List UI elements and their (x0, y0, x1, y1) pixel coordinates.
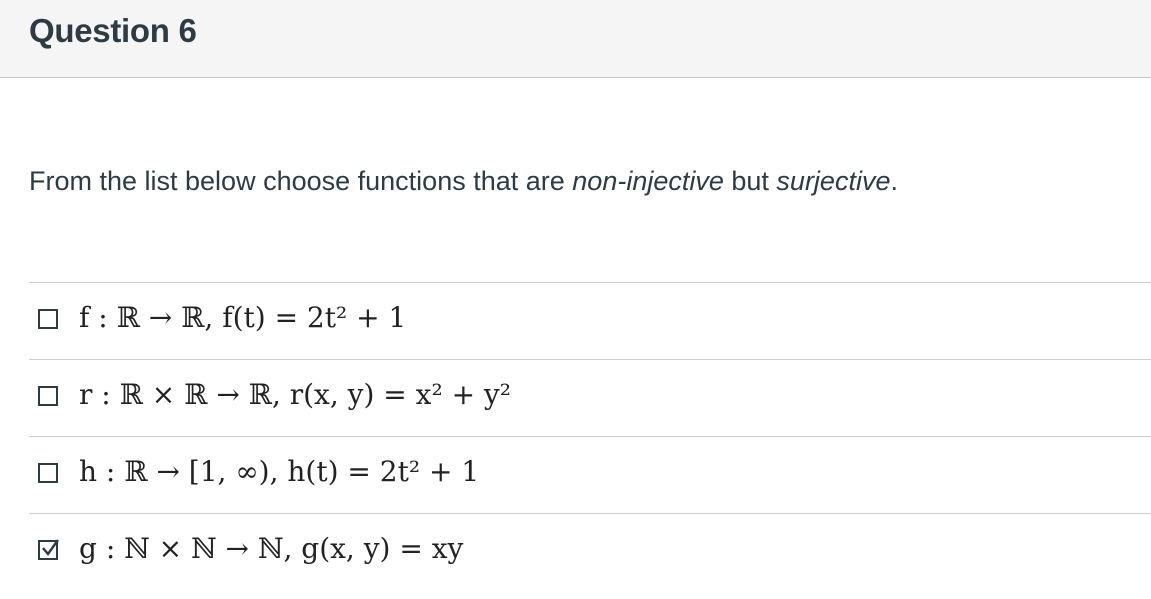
answer-label-h: h : ℝ → [1, ∞), h(t) = 2t² + 1 (79, 455, 480, 488)
checkmark-icon (42, 539, 59, 556)
prompt-text-end: . (890, 166, 898, 196)
answer-label-g: g : ℕ × ℕ → ℕ, g(x, y) = xy (79, 532, 464, 565)
answer-checkbox-g[interactable] (38, 539, 59, 560)
answer-checkbox-h[interactable] (38, 463, 58, 483)
prompt-text-start: From the list below choose functions tha… (29, 166, 573, 196)
answer-option-h[interactable]: h : ℝ → [1, ∞), h(t) = 2t² + 1 (29, 436, 1151, 513)
answer-label-r: r : ℝ × ℝ → ℝ, r(x, y) = x² + y² (79, 378, 511, 411)
answer-option-r[interactable]: r : ℝ × ℝ → ℝ, r(x, y) = x² + y² (29, 359, 1151, 436)
question-header: Question 6 (0, 0, 1151, 78)
answer-option-f[interactable]: f : ℝ → ℝ, f(t) = 2t² + 1 (29, 282, 1151, 359)
answer-label-f: f : ℝ → ℝ, f(t) = 2t² + 1 (79, 301, 407, 334)
question-prompt: From the list below choose functions tha… (29, 166, 898, 197)
prompt-text-mid: but (723, 166, 777, 196)
answer-checkbox-r[interactable] (38, 386, 58, 406)
answer-list: f : ℝ → ℝ, f(t) = 2t² + 1 r : ℝ × ℝ → ℝ,… (29, 282, 1151, 590)
answer-checkbox-f[interactable] (38, 309, 58, 329)
prompt-emphasis-surjective: surjective (776, 166, 891, 196)
prompt-emphasis-non-injective: non-injective (572, 166, 724, 196)
question-title: Question 6 (29, 12, 197, 49)
answer-option-g[interactable]: g : ℕ × ℕ → ℕ, g(x, y) = xy (29, 513, 1151, 590)
